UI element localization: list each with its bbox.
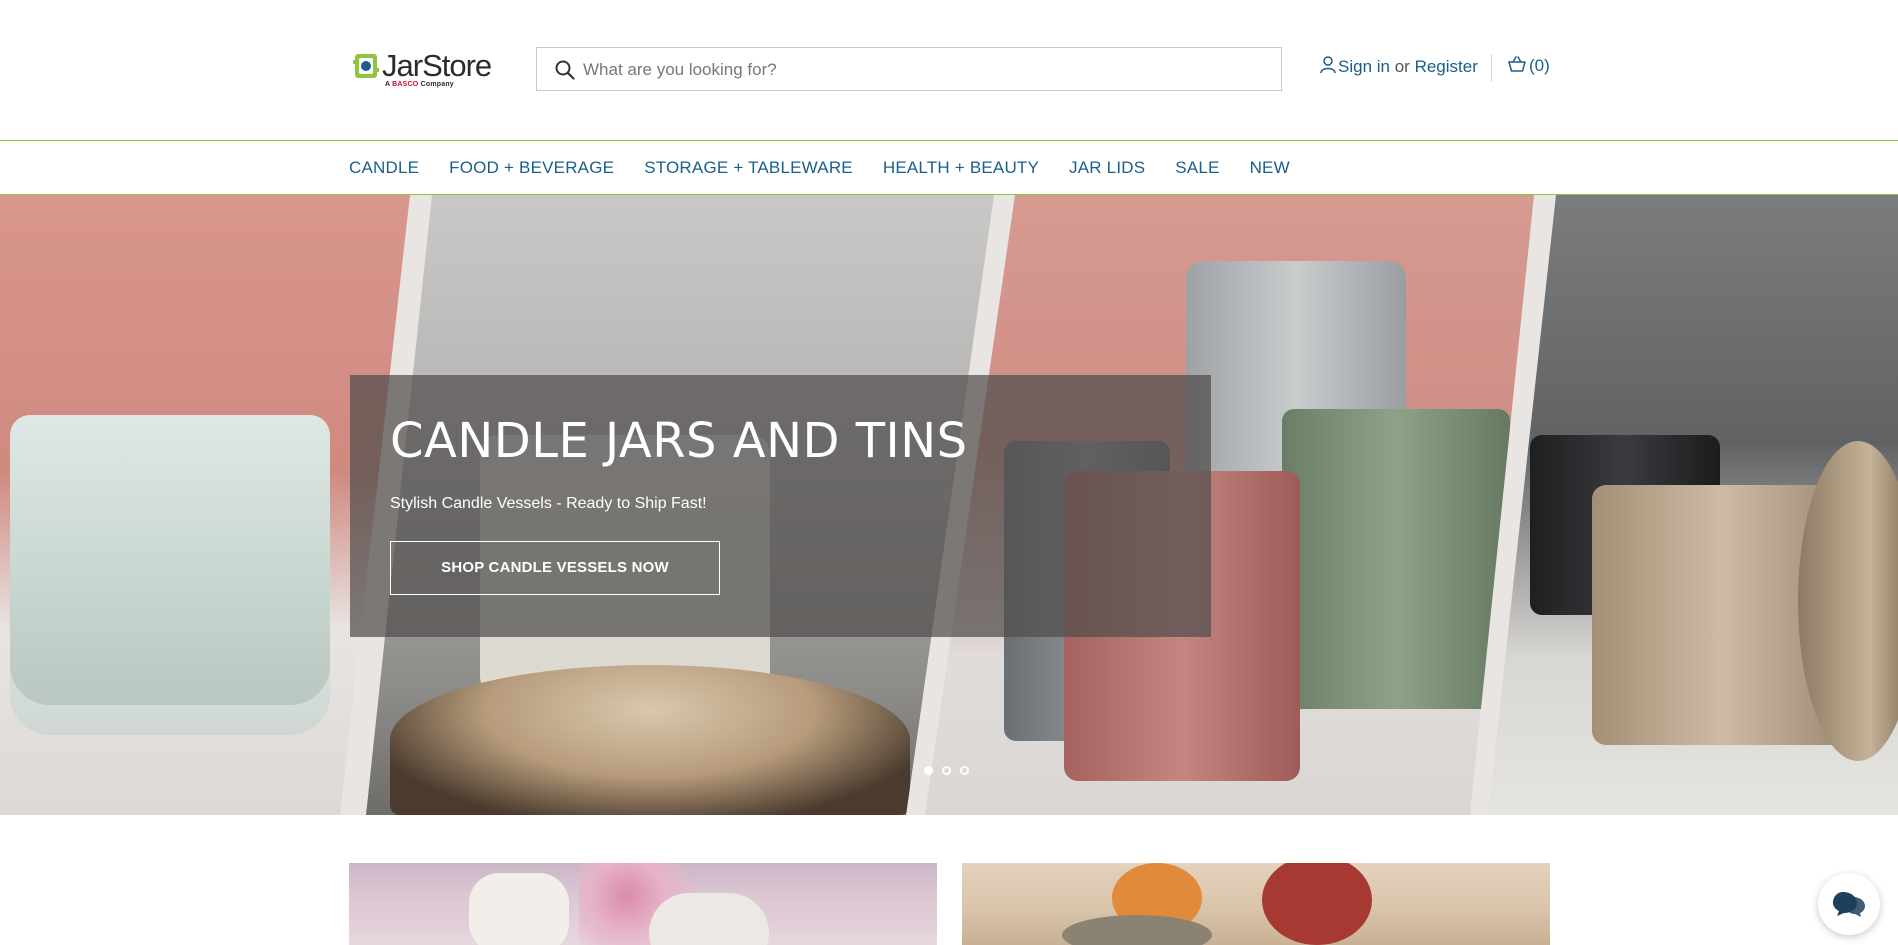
jarstore-logo[interactable]: JarStore A BASCO Company — [352, 48, 504, 90]
hero-subtitle: Stylish Candle Vessels - Ready to Ship F… — [390, 495, 707, 512]
nav-item-storage-tableware[interactable]: STORAGE + TABLEWARE — [644, 158, 853, 178]
nav-item-jar-lids[interactable]: JAR LIDS — [1069, 158, 1145, 178]
glass-candle-jar — [10, 415, 330, 735]
hero-title: CANDLE JARS AND TINS — [390, 413, 968, 469]
carousel-dots — [924, 766, 969, 775]
chat-bubbles-icon — [1833, 892, 1865, 917]
nav-item-health-beauty[interactable]: HEALTH + BEAUTY — [883, 158, 1039, 178]
candle-image — [649, 893, 769, 945]
sign-in-link[interactable]: Sign in — [1338, 57, 1390, 76]
logo-wordmark: JarStore — [382, 48, 492, 83]
category-card-food[interactable] — [962, 863, 1550, 945]
logo-tagline: A BASCO Company — [385, 81, 454, 88]
hero-carousel[interactable]: CANDLE JARS AND TINS Stylish Candle Vess… — [0, 195, 1898, 815]
basket-icon — [1508, 56, 1526, 72]
cart-link[interactable]: (0) — [1508, 56, 1550, 76]
shop-candle-vessels-button[interactable]: SHOP CANDLE VESSELS NOW — [390, 541, 720, 595]
header-divider — [1491, 54, 1492, 82]
search-icon[interactable] — [555, 60, 575, 80]
hero-caption-box: CANDLE JARS AND TINS Stylish Candle Vess… — [350, 375, 1211, 637]
account-links: Sign in or Register — [1320, 56, 1478, 82]
register-link[interactable]: Register — [1415, 57, 1478, 76]
fruit-image — [1262, 863, 1372, 945]
logo-tagline-brand: BASCO — [392, 81, 419, 88]
main-navigation: CANDLE FOOD + BEVERAGE STORAGE + TABLEWA… — [0, 141, 1898, 195]
nav-item-new[interactable]: NEW — [1250, 158, 1290, 178]
logo-tagline-prefix: A — [385, 81, 390, 88]
wood-slice — [390, 665, 910, 815]
search-bar[interactable] — [536, 47, 1282, 92]
nav-item-sale[interactable]: SALE — [1175, 158, 1219, 178]
cart-count: (0) — [1529, 56, 1550, 75]
or-text: or — [1394, 57, 1410, 76]
logo-mark-icon — [353, 54, 379, 78]
logo-tagline-suffix: Company — [420, 81, 454, 88]
nav-item-candle[interactable]: CANDLE — [349, 158, 419, 178]
site-header: JarStore A BASCO Company Sign in or Regi… — [0, 0, 1898, 141]
user-icon — [1320, 56, 1336, 74]
carousel-dot-3[interactable] — [960, 766, 969, 775]
search-input[interactable] — [581, 48, 1275, 92]
green-ceramic-pot — [1282, 409, 1510, 709]
category-card-candle[interactable] — [349, 863, 937, 945]
candle-image — [469, 873, 569, 945]
nav-item-food-beverage[interactable]: FOOD + BEVERAGE — [449, 158, 614, 178]
carousel-dot-2[interactable] — [942, 766, 951, 775]
chat-button[interactable] — [1818, 873, 1880, 935]
carousel-dot-1[interactable] — [924, 766, 933, 775]
